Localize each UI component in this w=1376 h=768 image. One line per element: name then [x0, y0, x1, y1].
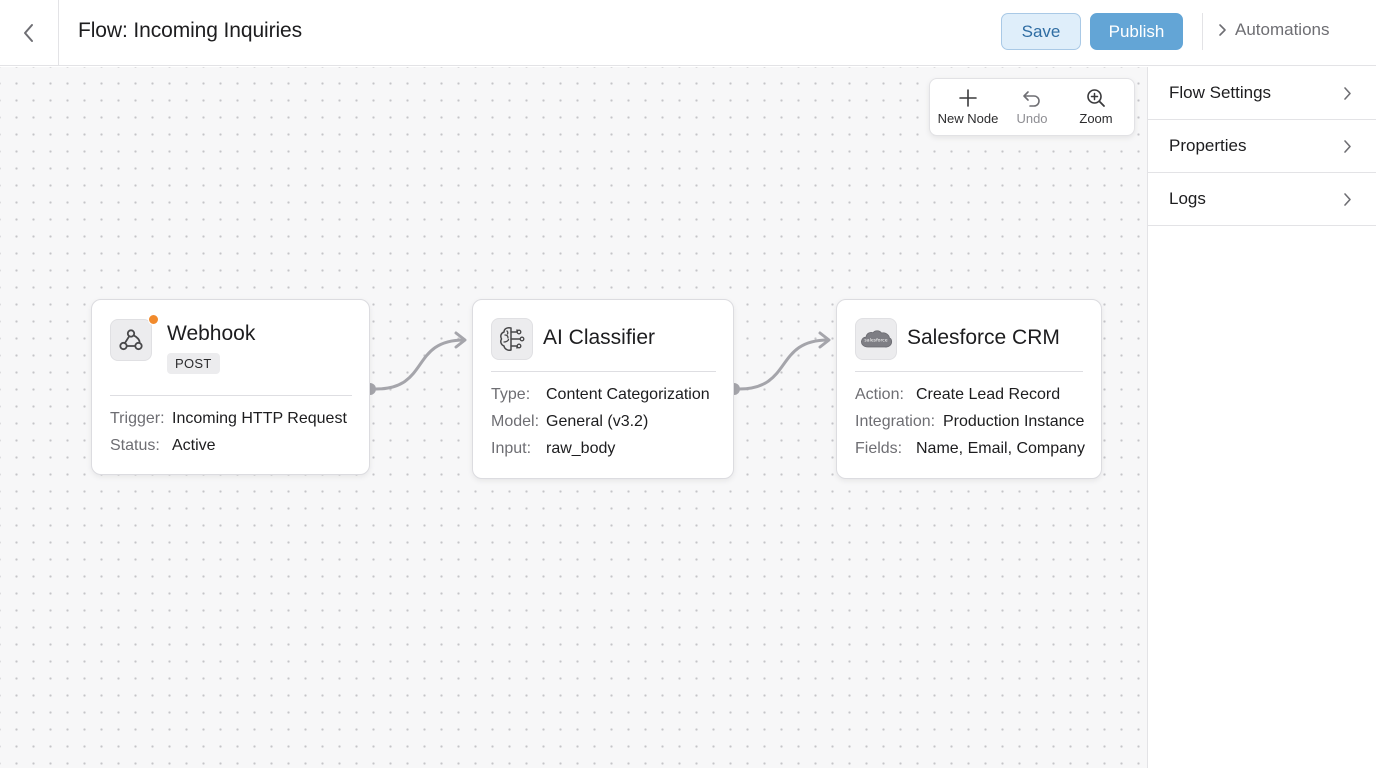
crm-row-fields: Fields: Name, Email, Company [855, 440, 1085, 458]
row-key: Type: [491, 386, 531, 403]
plus-icon [959, 89, 977, 107]
breadcrumb-label: Automations [1235, 20, 1330, 39]
arrowhead-classifier [454, 331, 467, 349]
method-badge: POST [167, 353, 220, 374]
panel-item-label: Flow Settings [1169, 83, 1272, 102]
node-ai-classifier[interactable]: AI Classifier Type: Content Categorizati… [472, 299, 734, 479]
header-divider [1202, 13, 1203, 50]
webhook-icon [119, 329, 143, 351]
row-value: Content Categorization [546, 386, 710, 403]
classifier-title: AI Classifier [543, 326, 656, 349]
app-header: Flow: Incoming Inquiries Save Publish Au… [0, 0, 1376, 66]
webhook-row-trigger: Trigger: Incoming HTTP Request [110, 410, 347, 428]
row-value: Active [172, 437, 216, 454]
new-node-label: New Node [937, 111, 999, 126]
row-value: Name, Email, Company [916, 440, 1085, 457]
classifier-node-icon [491, 318, 533, 360]
row-key: Fields: [855, 440, 903, 457]
side-panel: Flow Settings Properties Logs [1147, 67, 1376, 768]
classifier-row-type: Type: Content Categorization [491, 386, 710, 404]
chevron-left-icon [24, 24, 33, 42]
row-key: Model: [491, 413, 540, 430]
chevron-right-icon [1219, 24, 1226, 36]
chevron-right-icon [1344, 192, 1351, 206]
node-divider [855, 371, 1083, 372]
row-key: Status: [110, 437, 160, 454]
row-key: Action: [855, 386, 904, 403]
node-divider [110, 395, 352, 396]
undo-icon [1023, 91, 1040, 107]
breadcrumb-automations[interactable]: Automations [1218, 20, 1330, 40]
row-value: General (v3.2) [546, 413, 649, 430]
chevron-right-icon [1344, 139, 1351, 153]
brain-circuit-icon [500, 327, 525, 351]
salesforce-cloud-icon: salesforce [861, 330, 893, 348]
webhook-title: Webhook [167, 322, 256, 345]
panel-item-properties[interactable]: Properties [1148, 120, 1376, 173]
row-value: Production Instance [943, 413, 1085, 430]
classifier-row-input: Input: raw_body [491, 440, 615, 458]
row-value: Incoming HTTP Request [172, 410, 347, 427]
node-divider [491, 371, 716, 372]
panel-item-logs[interactable]: Logs [1148, 173, 1376, 226]
back-button[interactable] [0, 0, 59, 66]
panel-item-label: Properties [1169, 136, 1247, 155]
undo-button[interactable]: Undo [1000, 79, 1064, 135]
status-dot [148, 314, 159, 325]
zoom-button[interactable]: Zoom [1064, 79, 1128, 135]
row-key: Input: [491, 440, 532, 457]
row-key: Integration: [855, 413, 936, 430]
publish-button[interactable]: Publish [1090, 13, 1183, 50]
row-key: Trigger: [110, 410, 165, 427]
page-title: Flow: Incoming Inquiries [78, 19, 303, 42]
zoom-label: Zoom [1079, 111, 1113, 126]
connection-classifier-crm [737, 338, 830, 391]
row-value: raw_body [546, 440, 616, 457]
undo-label: Undo [1016, 111, 1048, 126]
flow-canvas[interactable]: New Node Undo Zoom Webhook POST Trigger:… [0, 67, 1147, 768]
arrowhead-crm [818, 331, 831, 349]
canvas-toolbar: New Node Undo Zoom [929, 78, 1135, 136]
row-value: Create Lead Record [916, 386, 1061, 403]
zoom-in-icon [1087, 89, 1105, 107]
crm-node-icon: salesforce [855, 318, 897, 360]
new-node-button[interactable]: New Node [936, 79, 1000, 135]
crm-row-action: Action: Create Lead Record [855, 386, 1060, 404]
node-salesforce-crm[interactable]: salesforce Salesforce CRM Action: Create… [836, 299, 1102, 479]
salesforce-logo-text: salesforce [864, 338, 887, 344]
node-webhook[interactable]: Webhook POST Trigger: Incoming HTTP Requ… [91, 299, 370, 475]
crm-title: Salesforce CRM [907, 326, 1060, 349]
classifier-row-model: Model: General (v3.2) [491, 413, 648, 431]
webhook-node-icon [110, 319, 152, 361]
panel-item-label: Logs [1169, 189, 1206, 208]
connection-webhook-classifier [374, 338, 466, 391]
chevron-right-icon [1344, 86, 1351, 100]
save-button[interactable]: Save [1001, 13, 1081, 50]
crm-row-integration: Integration: Production Instance [855, 413, 1084, 431]
panel-item-flow-settings[interactable]: Flow Settings [1148, 67, 1376, 120]
webhook-row-status: Status: Active [110, 437, 216, 455]
